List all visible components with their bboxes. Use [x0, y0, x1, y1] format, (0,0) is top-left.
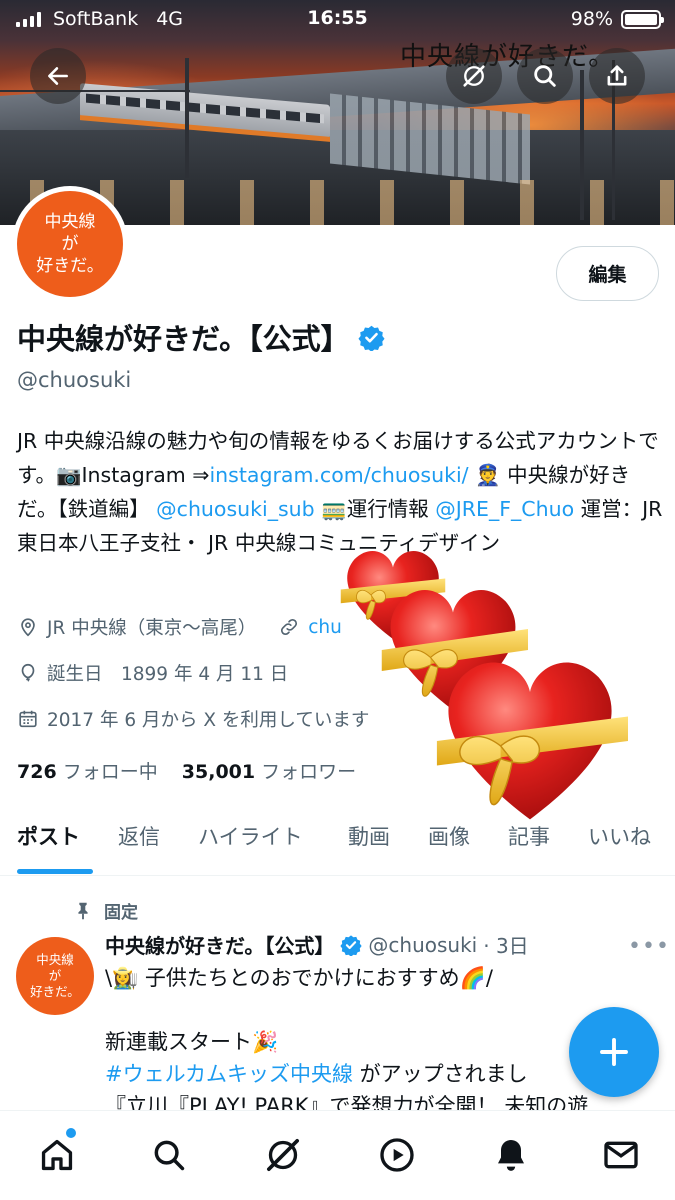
following-link[interactable]: 726 フォロー中	[17, 761, 158, 783]
profile-birthday-row: 誕生日 1899 年 4 月 11 日	[17, 660, 288, 686]
back-button[interactable]	[30, 48, 86, 104]
grok-nav-icon	[267, 1139, 299, 1171]
home-icon	[41, 1139, 73, 1171]
banner-pole	[185, 58, 189, 178]
back-arrow-icon	[48, 67, 68, 85]
bio-text-3: 🚃運行情報	[314, 497, 429, 521]
search-button[interactable]	[517, 48, 573, 104]
tab-posts[interactable]: ポスト	[17, 821, 80, 851]
post-age: · 3日	[483, 934, 529, 958]
compose-button[interactable]	[569, 1007, 659, 1097]
post-avatar[interactable]: 中央線 が 好きだ。	[16, 937, 94, 1015]
video-icon	[380, 1138, 414, 1172]
verified-badge-icon[interactable]	[358, 324, 385, 351]
post-header: 中央線が好きだ。【公式】 @chuosuki · 3日	[105, 930, 529, 959]
heart-gift-sticker	[340, 550, 628, 820]
pinned-label-row: 固定	[72, 898, 138, 923]
more-icon[interactable]: •••	[628, 934, 670, 959]
post-author[interactable]: 中央線が好きだ。【公式】	[105, 930, 334, 959]
heart-3	[436, 662, 628, 820]
post-handle[interactable]: @chuosuki	[368, 933, 477, 957]
profile-name-text: 中央線が好きだ。【公式】	[17, 322, 350, 356]
avatar-line-2: が	[61, 234, 79, 254]
banner-caption: 中央線が好きだ。	[400, 42, 616, 72]
explore-icon	[154, 1140, 185, 1171]
messages-icon	[604, 1141, 638, 1169]
status-right: 98%	[570, 8, 664, 30]
nav-explore[interactable]	[147, 1133, 191, 1177]
followers-count: 35,001	[181, 761, 256, 783]
home-notification-dot	[66, 1128, 76, 1138]
tab-highlights[interactable]: ハイライト	[198, 821, 303, 851]
compose-plus-icon	[600, 1038, 628, 1066]
profile-location: JR 中央線（東京〜高尾）	[47, 618, 257, 639]
nav-notifications[interactable]	[489, 1133, 533, 1177]
following-label: フォロー中	[62, 761, 158, 783]
bottom-navigation	[0, 1110, 675, 1200]
location-icon	[21, 618, 35, 637]
balloon-icon	[21, 663, 35, 682]
status-bar: SoftBank 4G 16:55 98%	[0, 0, 675, 38]
share-icon	[607, 65, 627, 86]
profile-avatar[interactable]: 中央線 が 好きだ。	[12, 186, 128, 302]
bio-jre-link[interactable]: @JRE_F_Chuo	[435, 497, 574, 521]
avatar-line-1: 中央線	[44, 212, 96, 232]
follow-stats: 726 フォロー中 35,001 フォロワー	[17, 757, 356, 784]
tab-replies[interactable]: 返信	[118, 821, 160, 851]
bio-instagram-link[interactable]: instagram.com/chuosuki/	[209, 463, 468, 487]
profile-birthday: 誕生日 1899 年 4 月 11 日	[47, 664, 289, 685]
battery-icon	[621, 9, 664, 29]
post-avatar-line-3: 好きだ。	[30, 984, 80, 999]
share-button[interactable]	[589, 48, 645, 104]
edit-profile-button[interactable]: 編集	[556, 246, 659, 301]
post-avatar-line-1: 中央線	[36, 952, 74, 967]
avatar-line-3: 好きだ。	[36, 256, 104, 276]
pin-icon	[78, 902, 88, 919]
notifications-icon	[498, 1140, 524, 1171]
avatar-logo: 中央線 が 好きだ。	[17, 191, 123, 297]
banner-pole	[580, 70, 584, 220]
profile-location-row: JR 中央線（東京〜高尾） chu	[17, 614, 342, 640]
post-line-3: がアップされまし	[352, 1062, 528, 1086]
nav-messages[interactable]	[599, 1133, 643, 1177]
nav-video[interactable]	[375, 1133, 419, 1177]
battery-percent: 98%	[570, 8, 613, 30]
nav-home[interactable]	[35, 1133, 79, 1177]
profile-joined-row: 2017 年 6 月から X を利用しています	[17, 706, 369, 732]
bio-sub-account-link[interactable]: @chuosuki_sub	[156, 497, 314, 521]
verified-badge-icon	[340, 934, 363, 956]
following-count: 726	[17, 761, 57, 783]
grok-button[interactable]	[446, 48, 502, 104]
grok-icon	[463, 65, 485, 87]
post-hashtag-link[interactable]: #ウェルカムキッズ中央線	[105, 1062, 353, 1086]
post-avatar-line-2: が	[48, 968, 62, 983]
link-icon	[281, 618, 298, 636]
search-icon	[534, 65, 556, 87]
post-line-1: \👩‍🌾 子供たちとのおでかけにおすすめ🌈/	[105, 966, 493, 990]
pinned-label: 固定	[104, 903, 138, 923]
profile-joined: 2017 年 6 月から X を利用しています	[47, 710, 370, 731]
nav-grok[interactable]	[261, 1133, 305, 1177]
profile-handle: @chuosuki	[17, 368, 132, 392]
profile-name: 中央線が好きだ。【公式】	[17, 316, 385, 358]
banner-wire	[0, 90, 190, 92]
calendar-icon	[19, 710, 37, 728]
active-tab-indicator	[17, 869, 93, 874]
